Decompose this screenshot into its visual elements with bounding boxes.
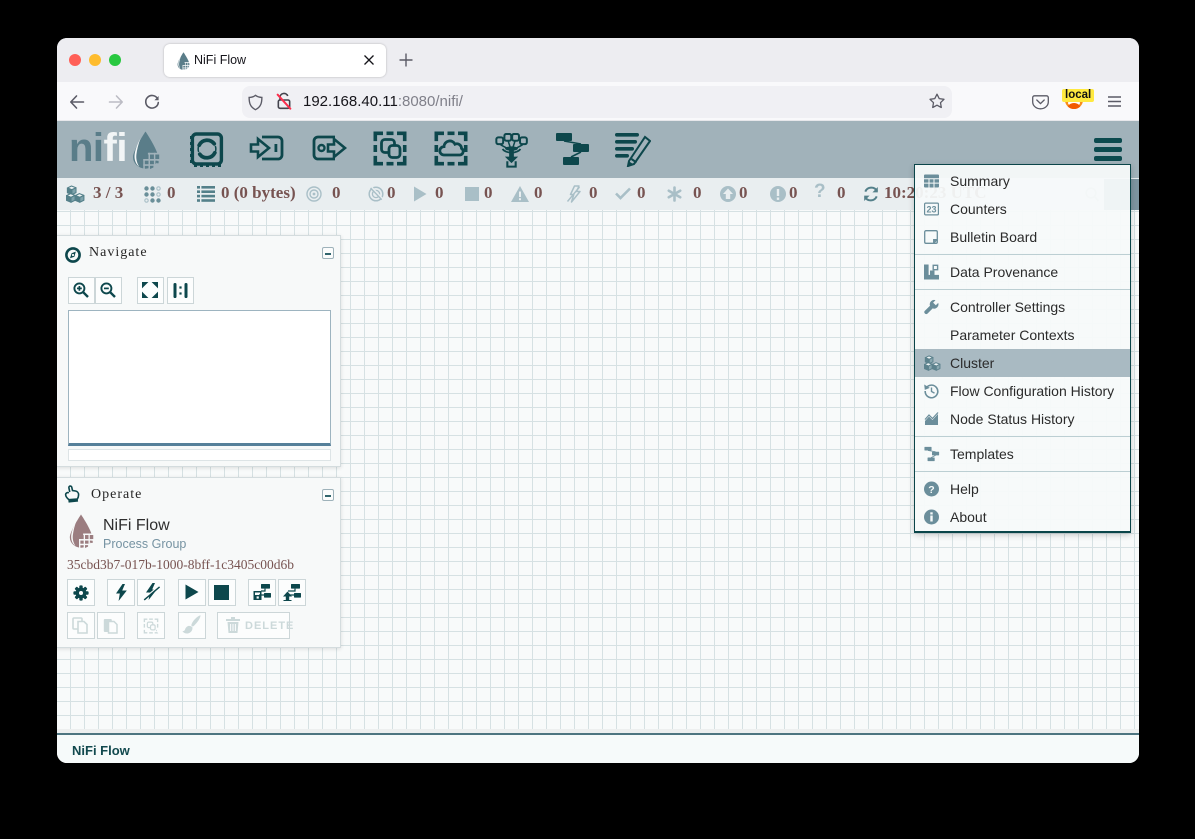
svg-text:?: ?	[928, 484, 934, 496]
svg-text:23: 23	[926, 204, 936, 214]
